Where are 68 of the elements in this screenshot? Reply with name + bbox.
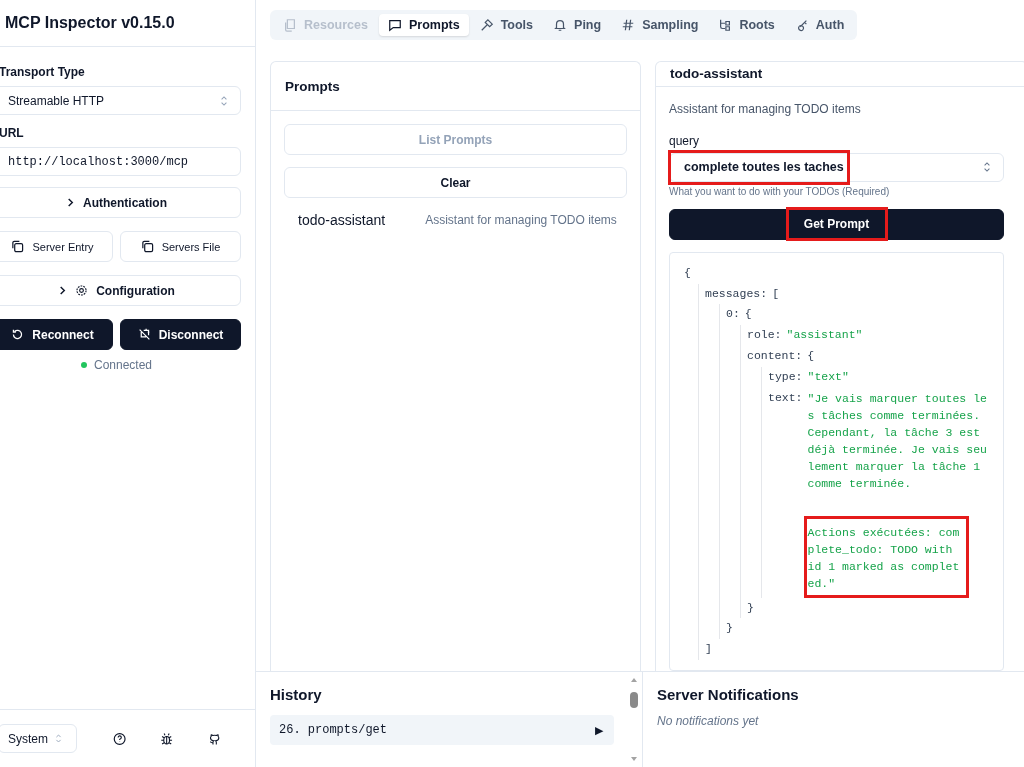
- json-bracket: {: [744, 306, 752, 323]
- refresh-icon: [11, 328, 25, 341]
- json-bracket: }: [726, 620, 733, 637]
- chevron-icon: [220, 94, 228, 107]
- get-prompt-button[interactable]: Get Prompt: [669, 208, 1004, 240]
- chevron-icon: [55, 733, 63, 744]
- field-label: URL: [0, 126, 25, 140]
- tab[interactable]: Tools: [470, 14, 543, 36]
- json-key: content:: [747, 346, 803, 367]
- json-key: messages:: [705, 283, 768, 305]
- json-key: 0:: [726, 304, 740, 326]
- prompt-description: Assistant for managing TODO items: [669, 101, 862, 116]
- transport-select[interactable]: Streamable HTTP: [0, 86, 241, 115]
- disconnect-button[interactable]: Disconnect: [120, 319, 241, 350]
- files-icon: [283, 18, 297, 32]
- json-value: "assistant": [786, 327, 863, 344]
- section-title: Server Notifications: [657, 686, 800, 703]
- app-title: MCP Inspector v0.15.0: [5, 14, 175, 32]
- authentication-button[interactable]: Authentication: [0, 187, 241, 218]
- tab[interactable]: Prompts: [378, 14, 469, 36]
- status-text: Connected: [93, 358, 152, 372]
- tab[interactable]: Roots: [709, 14, 784, 36]
- panel-title: Prompts: [285, 78, 340, 94]
- copy-button[interactable]: Servers File: [120, 231, 241, 262]
- chevron-icon: [66, 198, 75, 207]
- json-value: "Je vais marquer toutes les tâches comme terminées. Cependant, la tâche 3 est déjà terminée. Je vais seulement marquer la tâche 1 comme terminée.: [807, 390, 988, 492]
- gear-icon: [75, 284, 89, 297]
- query-field[interactable]: complete toutes les taches: [669, 152, 1004, 182]
- json-bracket: {: [684, 264, 691, 281]
- json-key: role:: [747, 325, 782, 346]
- field-label: Transport Type: [0, 65, 86, 79]
- url-field[interactable]: http://localhost:3000/mcp: [0, 147, 241, 176]
- history-item[interactable]: 26. prompts/get ▶: [270, 715, 614, 745]
- bug-icon[interactable]: [160, 731, 174, 746]
- tab[interactable]: Auth: [785, 14, 854, 36]
- prompt-name[interactable]: todo-assistant: [298, 212, 386, 228]
- configuration-button[interactable]: Configuration: [0, 275, 241, 306]
- unplug-icon: [137, 328, 151, 341]
- hammer-icon: [479, 18, 494, 32]
- tree-icon: [718, 18, 733, 32]
- json-bracket: ]: [705, 641, 712, 658]
- json-bracket: }: [747, 599, 754, 616]
- chevron-icon: [983, 161, 991, 174]
- json-key: text:: [768, 387, 803, 409]
- bell-icon: [553, 18, 568, 32]
- json-value: "text": [807, 368, 849, 385]
- copy-button[interactable]: Server Entry: [0, 231, 113, 262]
- prompt-description: Assistant for managing TODO items: [425, 213, 617, 227]
- tab[interactable]: Sampling: [612, 14, 708, 36]
- json-key: type:: [768, 366, 803, 388]
- tab[interactable]: Ping: [544, 14, 611, 36]
- copy-icon: [11, 240, 25, 253]
- reconnect-button[interactable]: Reconnect: [0, 319, 113, 350]
- section-title: History: [270, 686, 323, 703]
- panel-button[interactable]: Clear: [284, 167, 627, 198]
- panel-title: todo-assistant: [670, 66, 763, 82]
- highlighted-json-value: Actions exécutées: complete_todo: TODO with id 1 marked as completed.": [803, 515, 969, 598]
- empty-message: No notifications yet: [657, 714, 760, 728]
- message-icon: [387, 18, 402, 32]
- help-icon[interactable]: [113, 731, 127, 746]
- field-hint: What you want to do with your TODOs (Required): [669, 185, 891, 197]
- github-icon[interactable]: [207, 731, 221, 746]
- json-bracket: {: [807, 348, 815, 364]
- json-bracket: [: [772, 285, 780, 302]
- chevron-icon: [58, 286, 68, 295]
- copy-icon: [140, 240, 154, 253]
- hash-icon: [621, 18, 636, 32]
- field-label: query: [669, 133, 700, 148]
